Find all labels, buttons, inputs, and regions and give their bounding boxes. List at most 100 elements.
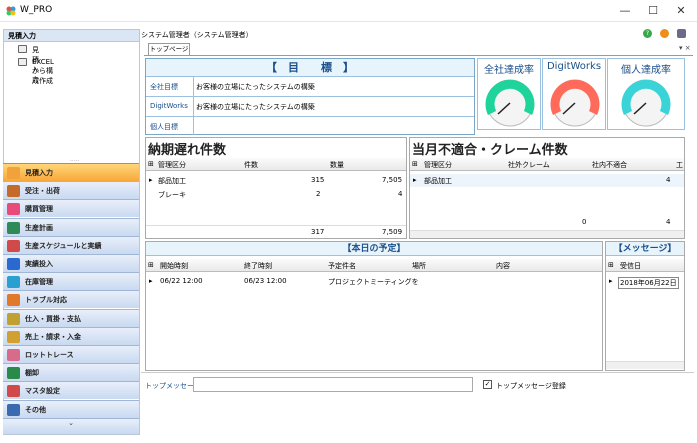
col-header[interactable]: 開始時刻 xyxy=(160,261,188,271)
total-cell: 317 xyxy=(311,228,325,236)
schedule-title: 【本日の予定】 xyxy=(146,242,602,256)
goals-title: 【 目 標 】 xyxy=(146,59,474,77)
sidebar-header: 見積入力 « xyxy=(4,30,139,42)
gauge-title: 全社達成率 xyxy=(484,65,534,76)
nav-item-icon xyxy=(7,258,20,270)
gauge-company: 全社達成率 xyxy=(477,58,541,130)
goal-row: 個人目標 xyxy=(146,117,474,135)
nav-item[interactable]: 購買管理 xyxy=(3,199,139,218)
total-cell: 7,509 xyxy=(382,228,403,236)
col-header[interactable]: 数量 xyxy=(330,160,344,170)
nav-item-icon xyxy=(7,294,20,307)
collapse-icon[interactable]: « xyxy=(8,31,135,39)
col-header[interactable]: 社内不適合 xyxy=(592,160,627,170)
minimize-button[interactable]: — xyxy=(611,0,639,22)
grid-settings-icon[interactable]: ⊞ xyxy=(148,160,154,168)
nav-item-label: その他 xyxy=(25,405,46,414)
window-title: W_PRO xyxy=(20,5,53,15)
table-row[interactable]: ▸ 2018年06月22日 xyxy=(606,275,684,289)
nav-item[interactable]: 実績投入 xyxy=(3,254,139,272)
cell: 部品加工 xyxy=(158,177,186,185)
tab-divider xyxy=(144,55,693,56)
goal-label: DigitWorks xyxy=(146,97,194,116)
table-row[interactable]: ▸ 部品加工 315 7,505 xyxy=(146,174,406,187)
col-header[interactable]: 場所 xyxy=(412,261,426,271)
nav-item-label: 見積入力 xyxy=(25,169,53,177)
nav-item[interactable]: ロットトレース xyxy=(3,345,139,363)
title-bar: W_PRO — ☐ ✕ xyxy=(0,0,697,22)
col-header[interactable]: 受信日 xyxy=(620,261,641,271)
tab-pin-close-icon[interactable]: ▾ × xyxy=(679,44,691,52)
totals-row: 317 7,509 xyxy=(146,225,406,238)
cell: 2018年06月22日 xyxy=(618,277,679,289)
table-row[interactable]: ▸ 06/22 12:00 06/23 12:00 プロジェクトミーティングを xyxy=(146,275,602,288)
maximize-button[interactable]: ☐ xyxy=(639,0,667,22)
grid-settings-icon[interactable]: ⊞ xyxy=(412,160,418,168)
top-message-checkbox[interactable]: ✓ xyxy=(483,380,492,389)
close-button[interactable]: ✕ xyxy=(667,0,695,22)
row-indicator-icon: ▸ xyxy=(609,277,613,285)
col-header[interactable]: 終了時刻 xyxy=(244,261,272,271)
goal-text: お客様の立場にたったシステムの構築 xyxy=(196,103,315,111)
nav-item[interactable]: 在庫管理 xyxy=(3,272,139,291)
horizontal-scrollbar[interactable] xyxy=(606,361,684,369)
grid-settings-icon[interactable]: ⊞ xyxy=(608,261,614,269)
nav-item[interactable]: 受注・出荷 xyxy=(3,181,139,200)
goal-label: 全社目標 xyxy=(146,77,194,96)
grid-settings-icon[interactable]: ⊞ xyxy=(148,261,154,269)
app-icon xyxy=(6,6,16,16)
row-indicator-icon: ▸ xyxy=(413,176,417,184)
nav-item-icon xyxy=(7,239,20,252)
nav-item[interactable]: 生産スケジュールと実績 xyxy=(3,235,139,254)
col-header[interactable]: 内容 xyxy=(496,261,510,271)
col-header[interactable]: 管理区分 xyxy=(424,160,452,170)
nav-item-label: 売上・請求・入金 xyxy=(25,332,81,341)
message-panel: 【メッセージ】 ⊞ 受信日 ▸ 2018年06月22日 xyxy=(605,241,685,371)
horizontal-scrollbar[interactable] xyxy=(410,230,684,238)
settings-icon[interactable] xyxy=(660,29,669,38)
nav-item-label: マスタ設定 xyxy=(25,387,60,396)
nav-item[interactable]: 生産計画 xyxy=(3,217,139,236)
nav-item-icon xyxy=(7,385,20,398)
cell: 7,505 xyxy=(382,176,403,184)
nav-item-label: 受注・出荷 xyxy=(25,187,60,196)
cell: 06/22 12:00 xyxy=(160,277,203,285)
nonconf-title: 当月不適合・クレーム件数 xyxy=(412,143,568,158)
nav-item-label: 生産スケジュールと実績 xyxy=(25,241,102,250)
nav-item[interactable]: 売上・請求・入金 xyxy=(3,326,139,345)
nav-overflow-button[interactable]: ⌄ xyxy=(3,418,139,434)
nav-item-label: 実績投入 xyxy=(25,260,53,268)
col-header[interactable]: 件数 xyxy=(244,160,258,170)
gauge-digitworks: DigitWorks xyxy=(542,58,606,130)
col-header[interactable]: 予定件名 xyxy=(328,261,356,271)
document-icon xyxy=(18,45,27,53)
nav-item[interactable]: 見積入力 xyxy=(3,163,139,181)
cell: 4 xyxy=(666,176,671,184)
row-indicator-icon: ▸ xyxy=(149,176,153,184)
tab-top-page[interactable]: トップページ xyxy=(148,43,190,55)
goal-label: 個人目標 xyxy=(146,117,194,135)
col-header[interactable]: 工 xyxy=(676,160,683,170)
nav-item-label: ロットトレース xyxy=(25,351,74,359)
nav-item-icon xyxy=(7,167,20,179)
goal-row: 全社目標 お客様の立場にたったシステムの構築 xyxy=(146,77,474,97)
cell: ブレーキ xyxy=(158,191,186,199)
top-message-input[interactable] xyxy=(193,377,473,392)
table-row[interactable]: ▸ 部品加工 4 xyxy=(410,174,684,187)
nav-item[interactable]: マスタ設定 xyxy=(3,381,139,400)
nav-item[interactable]: 仕入・買掛・支払 xyxy=(3,308,139,327)
cell: 2 xyxy=(316,190,321,198)
message-grid-header: ⊞ 受信日 xyxy=(606,259,684,272)
col-header[interactable]: 社外クレーム xyxy=(508,160,550,170)
nav-item[interactable]: トラブル対応 xyxy=(3,290,139,309)
totals-row: 0 4 xyxy=(410,216,684,229)
cell: 4 xyxy=(398,190,403,198)
logout-icon[interactable] xyxy=(677,29,686,38)
current-user: システム管理者（システム管理者） xyxy=(141,31,253,39)
table-row[interactable]: ブレーキ 2 4 xyxy=(146,188,406,201)
nav-item[interactable]: 棚卸 xyxy=(3,363,139,382)
schedule-grid-header: ⊞ 開始時刻 終了時刻 予定件名 場所 内容 xyxy=(146,259,602,272)
help-icon[interactable]: ? xyxy=(643,29,652,38)
nav-item[interactable]: その他 xyxy=(3,399,139,418)
col-header[interactable]: 管理区分 xyxy=(158,160,186,170)
